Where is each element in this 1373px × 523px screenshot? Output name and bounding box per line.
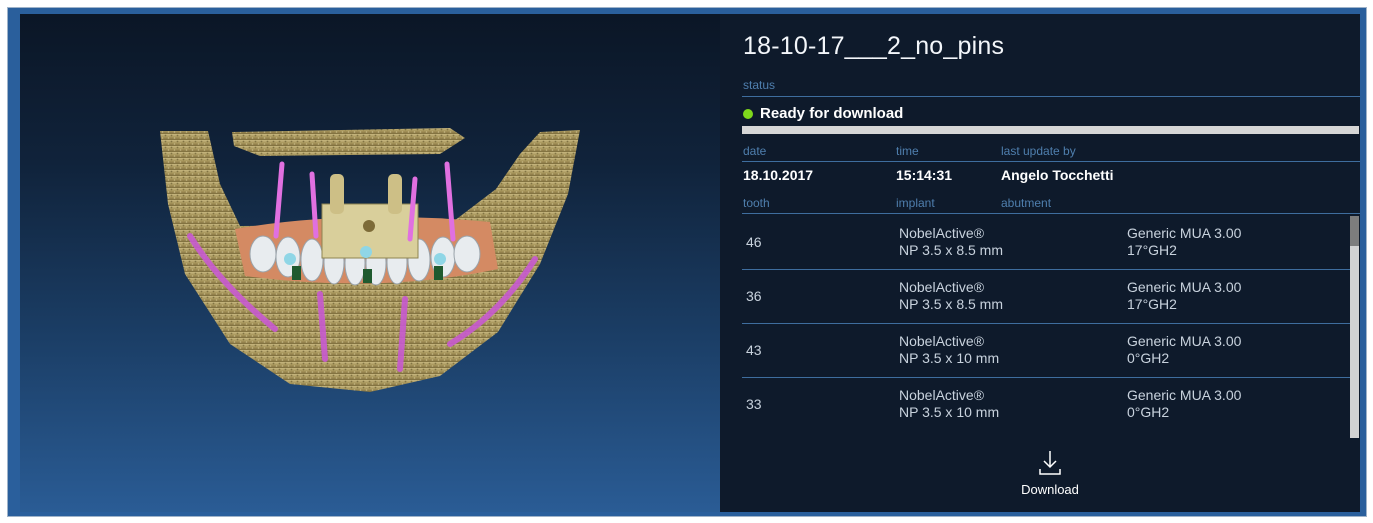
last-update-label: last update by bbox=[1001, 144, 1076, 158]
status-badge: Ready for download bbox=[743, 105, 903, 122]
status-label: status bbox=[743, 78, 776, 92]
case-title: 18-10-17___2_no_pins bbox=[743, 32, 1005, 60]
implant-cell: NobelActive® NP 3.5 x 10 mm bbox=[899, 387, 1000, 420]
abutment-cell: Generic MUA 3.00 0°GH2 bbox=[1127, 387, 1242, 420]
implant-column-header: implant bbox=[896, 196, 935, 210]
implant-cell: NobelActive® NP 3.5 x 10 mm bbox=[899, 333, 1000, 366]
abutment-cell: Generic MUA 3.00 17°GH2 bbox=[1127, 279, 1242, 312]
table-scrollbar[interactable] bbox=[1350, 216, 1359, 438]
date-label: date bbox=[743, 144, 767, 158]
time-value: 15:14:31 bbox=[896, 167, 953, 183]
status-progress-bar bbox=[742, 126, 1359, 134]
3d-scan-viewer[interactable] bbox=[20, 14, 720, 512]
tooth-column-header: tooth bbox=[743, 196, 770, 210]
tooth-cell: 36 bbox=[746, 288, 762, 304]
divider bbox=[742, 213, 1360, 214]
abutment-cell: Generic MUA 3.00 0°GH2 bbox=[1127, 333, 1242, 366]
table-row[interactable]: 43 NobelActive® NP 3.5 x 10 mm Generic MU… bbox=[742, 324, 1352, 378]
scrollbar-thumb[interactable] bbox=[1350, 216, 1359, 246]
time-label: time bbox=[896, 144, 919, 158]
divider bbox=[742, 161, 1360, 162]
divider bbox=[742, 96, 1360, 97]
table-row[interactable]: 33 NobelActive® NP 3.5 x 10 mm Generic MU… bbox=[742, 378, 1352, 431]
abutment-column-header: abutment bbox=[1001, 196, 1052, 210]
status-dot-icon bbox=[743, 108, 753, 119]
jaw-scan-image bbox=[160, 128, 580, 392]
case-details-panel: 18-10-17___2_no_pins status Ready for do… bbox=[720, 14, 1360, 512]
implant-cell: NobelActive® NP 3.5 x 8.5 mm bbox=[899, 225, 1004, 258]
status-text: Ready for download bbox=[760, 105, 904, 122]
last-update-value: Angelo Tocchetti bbox=[1001, 167, 1114, 183]
implant-table[interactable]: 46 NobelActive® NP 3.5 x 8.5 mm Generic M… bbox=[742, 216, 1352, 431]
download-button[interactable]: Download bbox=[1000, 450, 1100, 502]
progress-fill bbox=[742, 126, 1359, 134]
abutment-cell: Generic MUA 3.00 17°GH2 bbox=[1127, 225, 1242, 258]
download-icon bbox=[1039, 451, 1061, 475]
tooth-cell: 46 bbox=[746, 234, 762, 250]
tooth-cell: 33 bbox=[746, 396, 762, 412]
table-row[interactable]: 36 NobelActive® NP 3.5 x 8.5 mm Generic M… bbox=[742, 270, 1352, 324]
implant-cell: NobelActive® NP 3.5 x 8.5 mm bbox=[899, 279, 1004, 312]
table-row[interactable]: 46 NobelActive® NP 3.5 x 8.5 mm Generic M… bbox=[742, 216, 1352, 270]
download-label: Download bbox=[1021, 482, 1079, 497]
tooth-cell: 43 bbox=[746, 342, 762, 358]
date-value: 18.10.2017 bbox=[743, 167, 814, 183]
